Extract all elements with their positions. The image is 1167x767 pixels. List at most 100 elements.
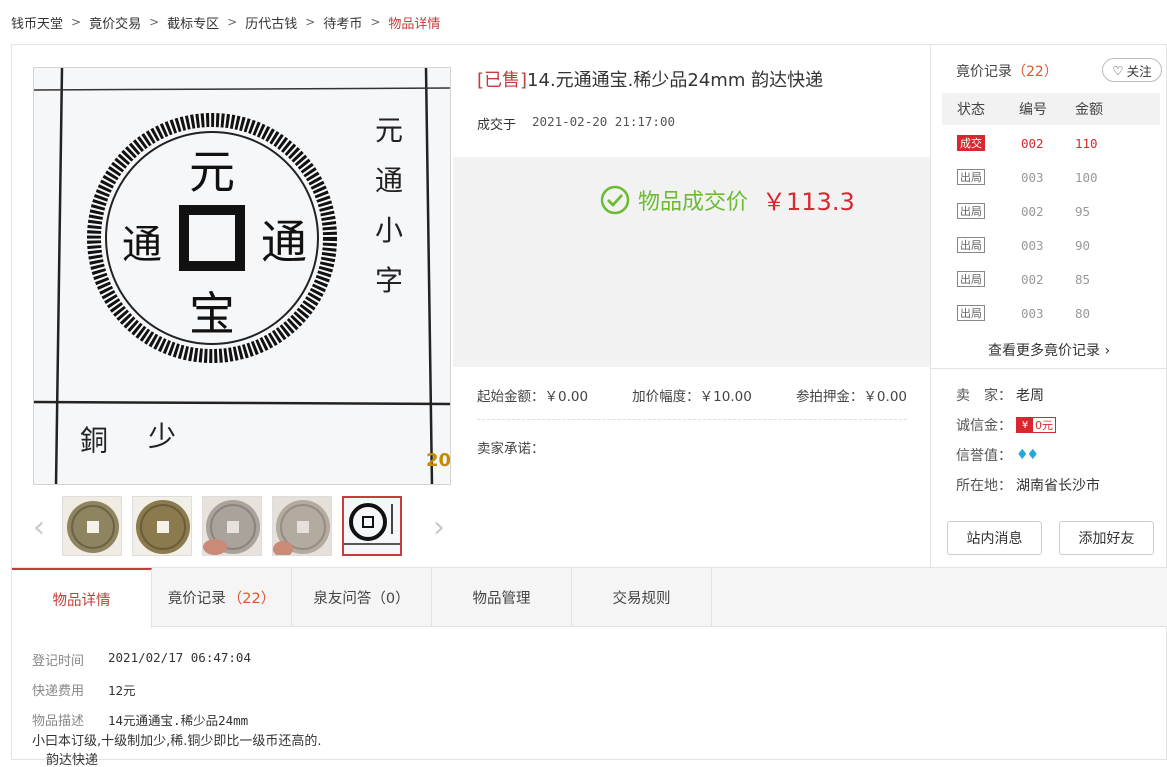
margin-note: 字 xyxy=(375,264,403,297)
breadcrumb-link-deadline[interactable]: 截标专区 xyxy=(167,13,219,32)
shipping-fee-label: 快递费用 xyxy=(32,684,85,699)
deposit-badge: ¥ 0元 xyxy=(1016,417,1056,433)
final-price-value: ￥113.3 xyxy=(762,188,855,216)
bid-amount: 80 xyxy=(1075,306,1091,321)
item-title-text: 14.元通通宝.稀少品24mm 韵达快递 xyxy=(527,70,824,91)
thumbnail-selected[interactable] xyxy=(342,496,402,556)
deal-time-value: 2021-02-20 21:17:00 xyxy=(532,114,676,129)
tab-item-details[interactable]: 物品详情 xyxy=(12,568,152,628)
bid-record-row: 出局 002 95 xyxy=(942,195,1160,229)
tab-count: （0） xyxy=(371,591,410,607)
final-price-panel: 物品成交价 ￥113.3 xyxy=(453,157,930,367)
seller-credit-label: 信誉值： xyxy=(956,448,1012,464)
seller-location-label: 所在地： xyxy=(956,478,1012,494)
final-price-label: 物品成交价 xyxy=(638,189,749,215)
header-status: 状态 xyxy=(957,102,985,118)
tab-item-management[interactable]: 物品管理 xyxy=(432,568,572,627)
breadcrumb-separator: > xyxy=(71,15,82,29)
thumbnail[interactable] xyxy=(202,496,262,556)
status-badge: 出局 xyxy=(957,203,985,219)
bid-records-panel: 竟价记录（22） ♡ 关注 状态 编号 金额 成交 002 110 出局 003… xyxy=(930,45,1167,567)
shipping-fee-row: 快递费用 12元 xyxy=(32,680,136,699)
tab-label: 竟价记录 xyxy=(167,591,226,607)
prev-arrow-icon[interactable]: ‹ xyxy=(33,510,45,545)
thumbnail[interactable] xyxy=(272,496,332,556)
breadcrumb-separator: > xyxy=(149,15,160,29)
watermark-year: 201 xyxy=(426,450,451,471)
tab-count: （22） xyxy=(227,591,276,607)
divider xyxy=(931,368,1167,369)
diamond-icon: ♦♦ xyxy=(1016,447,1039,463)
status-badge: 出局 xyxy=(957,237,985,253)
status-badge: 成交 xyxy=(957,135,985,151)
breadcrumb-link-pending[interactable]: 待考币 xyxy=(323,13,362,32)
next-arrow-icon[interactable]: › xyxy=(433,510,445,545)
bid-record-row: 成交 002 110 xyxy=(942,127,1160,161)
bid-amount: 90 xyxy=(1075,238,1091,253)
coin-glyph: 宝 xyxy=(189,287,235,341)
check-circle-icon xyxy=(600,185,630,214)
seller-location: 湖南省长沙市 xyxy=(1016,478,1100,494)
bidder-number: 003 xyxy=(1021,170,1044,185)
bid-record-row: 出局 003 80 xyxy=(942,297,1160,331)
breadcrumb-link-auction[interactable]: 竟价交易 xyxy=(89,13,141,32)
shipping-fee-value: 12元 xyxy=(108,683,136,698)
bidder-number: 002 xyxy=(1021,272,1044,287)
site-message-button[interactable]: 站内消息 xyxy=(947,521,1042,555)
main-coin-image[interactable]: 元 通 宝 通 元 通 小 字 銅 少 201 xyxy=(33,67,451,485)
tab-bid-records[interactable]: 竟价记录 （22） xyxy=(152,568,292,627)
heart-icon: ♡ xyxy=(1112,62,1124,78)
breadcrumb-link-home[interactable]: 钱币天堂 xyxy=(11,13,63,32)
more-bid-records-link[interactable]: 查看更多竟价记录 › xyxy=(988,340,1110,360)
header-number: 编号 xyxy=(1019,102,1047,118)
bid-amount: 85 xyxy=(1075,272,1091,287)
deal-time-label: 成交于 xyxy=(477,118,517,133)
add-friend-button[interactable]: 添加好友 xyxy=(1059,521,1154,555)
breadcrumb-current: 物品详情 xyxy=(388,16,441,32)
bid-record-row: 出局 002 85 xyxy=(942,263,1160,297)
tab-label: 泉友问答 xyxy=(313,591,372,607)
margin-note: 銅 xyxy=(80,424,108,457)
bid-increment: 加价幅度：￥10.00 xyxy=(632,389,752,405)
bid-records-count: （22） xyxy=(1012,64,1058,80)
coin-glyph: 通 xyxy=(122,222,162,268)
register-time-label: 登记时间 xyxy=(32,654,85,669)
breadcrumb: 钱币天堂 > 竟价交易 > 截标专区 > 历代古钱 > 待考币 > 物品详情 xyxy=(11,12,440,32)
breadcrumb-link-ancient-coins[interactable]: 历代古钱 xyxy=(245,13,297,32)
thumbnail-strip: ‹ › xyxy=(33,496,451,556)
item-title: [已售]14.元通通宝.稀少品24mm 韵达快递 xyxy=(477,66,823,92)
description-row: 物品描述 14元通通宝.稀少品24mm xyxy=(32,710,248,729)
seller-credit-row: 信誉值： ♦♦ xyxy=(956,445,1039,465)
deposit-value: 0元 xyxy=(1035,419,1053,432)
seller-deposit-row: 诚信金： ¥ 0元 xyxy=(956,415,1056,435)
margin-note: 元 xyxy=(375,114,403,147)
seller-name-label: 卖 家： xyxy=(956,388,1012,404)
bid-amount: 100 xyxy=(1075,170,1098,185)
bidder-number: 002 xyxy=(1021,136,1044,151)
money-icon: ¥ xyxy=(1017,418,1033,432)
description-text: 小曰本订级,十级制加少,稀.铜少即比一级币还高的. xyxy=(32,734,322,749)
tab-label: 物品管理 xyxy=(472,591,531,607)
start-price: 起始金额：￥0.00 xyxy=(477,389,589,405)
bid-record-row: 出局 003 100 xyxy=(942,161,1160,195)
deal-time-row: 成交于 2021-02-20 21:17:00 xyxy=(477,114,675,133)
margin-note: 小 xyxy=(375,214,403,247)
seller-name[interactable]: 老周 xyxy=(1016,385,1044,405)
thumbnail[interactable] xyxy=(62,496,122,556)
breadcrumb-separator: > xyxy=(305,15,316,29)
bid-amount: 95 xyxy=(1075,204,1091,219)
follow-label: 关注 xyxy=(1126,63,1152,79)
bid-amount: 110 xyxy=(1075,136,1098,151)
thumbnail[interactable] xyxy=(132,496,192,556)
bid-records-title: 竟价记录（22） xyxy=(956,61,1058,81)
description-value: 14元通通宝.稀少品24mm xyxy=(108,713,249,728)
header-amount: 金额 xyxy=(1075,102,1103,118)
bid-record-row: 出局 003 90 xyxy=(942,229,1160,263)
margin-note: 少 xyxy=(148,420,176,453)
follow-button[interactable]: ♡ 关注 xyxy=(1102,58,1162,82)
seller-deposit-label: 诚信金： xyxy=(956,418,1012,434)
register-time-value: 2021/02/17 06:47:04 xyxy=(108,650,251,665)
tab-qa[interactable]: 泉友问答 （0） xyxy=(292,568,432,627)
breadcrumb-separator: > xyxy=(227,15,238,29)
tab-trade-rules[interactable]: 交易规则 xyxy=(572,568,712,627)
